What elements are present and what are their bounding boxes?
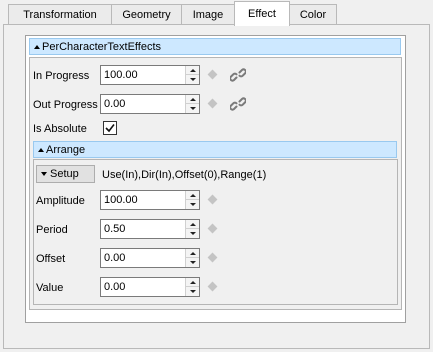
- out-progress-spinbox[interactable]: [100, 94, 200, 114]
- arrow-down-icon: [189, 203, 196, 206]
- arrow-down-icon: [189, 232, 196, 235]
- amplitude-input[interactable]: [101, 191, 185, 209]
- per-character-text-effects-header[interactable]: PerCharacterTextEffects: [29, 38, 401, 55]
- spin-up-button[interactable]: [186, 66, 199, 75]
- setup-button-label: Setup: [50, 168, 79, 180]
- spin-down-button[interactable]: [186, 200, 199, 209]
- section-title: Arrange: [46, 143, 86, 156]
- setup-summary: Use(In),Dir(In),Offset(0),Range(1): [102, 169, 267, 181]
- tab-label: Color: [299, 9, 327, 21]
- spin-up-button[interactable]: [186, 220, 199, 229]
- link-icon[interactable]: [230, 67, 246, 83]
- in-progress-label: In Progress: [33, 70, 90, 82]
- collapse-triangle-icon: [38, 147, 44, 152]
- period-input[interactable]: [101, 220, 185, 238]
- link-icon[interactable]: [230, 96, 246, 112]
- spin-up-button[interactable]: [186, 191, 199, 200]
- arrow-up-icon: [189, 280, 196, 284]
- arrow-down-icon: [189, 290, 196, 293]
- tab-label: Transformation: [23, 9, 97, 21]
- arrow-up-icon: [189, 97, 196, 101]
- arrow-down-icon: [189, 78, 196, 81]
- arrow-down-icon: [189, 261, 196, 264]
- arrow-up-icon: [189, 193, 196, 197]
- spin-down-button[interactable]: [186, 75, 199, 84]
- in-progress-input[interactable]: [101, 66, 185, 84]
- spin-up-button[interactable]: [186, 249, 199, 258]
- spin-up-button[interactable]: [186, 278, 199, 287]
- amplitude-label: Amplitude: [36, 195, 85, 207]
- tab-image[interactable]: Image: [181, 4, 235, 25]
- value-input[interactable]: [101, 278, 185, 296]
- arrow-up-icon: [189, 251, 196, 255]
- value-spinbox[interactable]: [100, 277, 200, 297]
- collapse-triangle-icon: [34, 44, 40, 49]
- offset-input[interactable]: [101, 249, 185, 267]
- in-progress-spinbox[interactable]: [100, 65, 200, 85]
- spin-down-button[interactable]: [186, 229, 199, 238]
- checkmark-icon: [105, 124, 115, 133]
- dropdown-triangle-icon: [41, 172, 47, 176]
- spin-down-button[interactable]: [186, 287, 199, 296]
- tab-geometry[interactable]: Geometry: [111, 4, 182, 25]
- out-progress-input[interactable]: [101, 95, 185, 113]
- tab-effect[interactable]: Effect: [234, 1, 290, 26]
- tab-label: Effect: [248, 8, 276, 20]
- amplitude-spinbox[interactable]: [100, 190, 200, 210]
- tab-transformation[interactable]: Transformation: [8, 4, 112, 25]
- period-label: Period: [36, 224, 68, 236]
- tab-label: Image: [192, 9, 224, 21]
- is-absolute-checkbox[interactable]: [103, 121, 117, 135]
- value-label: Value: [36, 282, 64, 294]
- spin-down-button[interactable]: [186, 258, 199, 267]
- arrange-header[interactable]: Arrange: [33, 141, 397, 158]
- is-absolute-label: Is Absolute: [33, 123, 87, 135]
- arrow-down-icon: [189, 107, 196, 110]
- out-progress-label: Out Progress: [33, 99, 98, 111]
- section-title: PerCharacterTextEffects: [42, 40, 162, 53]
- period-spinbox[interactable]: [100, 219, 200, 239]
- spin-down-button[interactable]: [186, 104, 199, 113]
- arrow-up-icon: [189, 68, 196, 72]
- arrow-up-icon: [189, 222, 196, 226]
- offset-label: Offset: [36, 253, 66, 265]
- tab-label: Geometry: [122, 9, 171, 21]
- offset-spinbox[interactable]: [100, 248, 200, 268]
- setup-button[interactable]: Setup: [36, 165, 95, 183]
- tab-color[interactable]: Color: [289, 4, 337, 25]
- spin-up-button[interactable]: [186, 95, 199, 104]
